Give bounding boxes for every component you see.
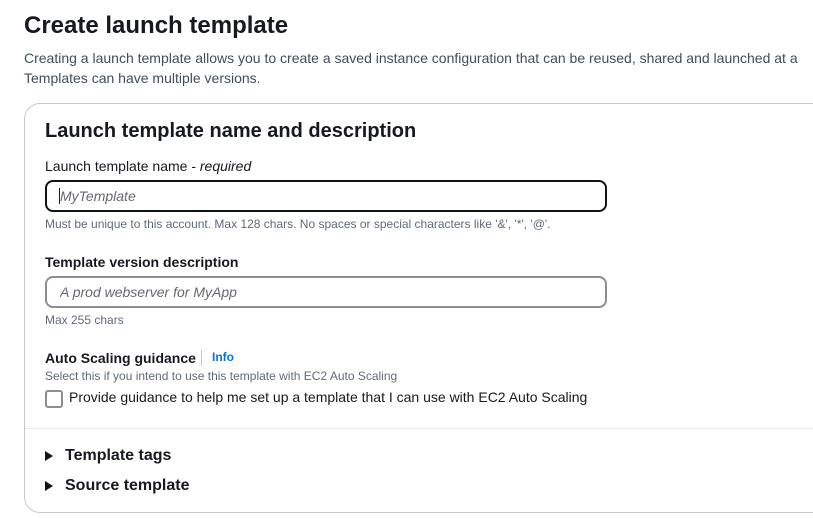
auto-scaling-label: Auto Scaling guidance <box>45 350 196 366</box>
panel-title: Launch template name and description <box>45 120 417 142</box>
page-description-line-1: Creating a launch template allows you to… <box>24 50 798 66</box>
template-name-hint: Must be unique to this account. Max 128 … <box>45 217 551 231</box>
auto-scaling-checkbox-label[interactable]: Provide guidance to help me set up a tem… <box>69 389 587 405</box>
required-marker: required <box>199 158 252 174</box>
page-title: Create launch template <box>24 12 289 39</box>
source-template-label: Source template <box>65 477 190 494</box>
caret-right-icon <box>45 481 53 491</box>
page-description-line-2: Templates can have multiple versions. <box>24 70 261 86</box>
template-description-input[interactable] <box>45 276 607 308</box>
info-link[interactable]: Info <box>212 350 234 364</box>
source-template-expander[interactable]: Source template <box>45 475 189 497</box>
template-tags-expander[interactable]: Template tags <box>45 445 171 467</box>
text-cursor <box>59 188 60 204</box>
template-description-label: Template version description <box>45 254 239 270</box>
section-divider <box>25 428 813 429</box>
auto-scaling-hint: Select this if you intend to use this te… <box>45 369 398 383</box>
template-description-hint: Max 255 chars <box>45 313 124 327</box>
template-name-label: Launch template name - required <box>45 158 251 174</box>
page-description: Creating a launch template allows you to… <box>24 48 813 88</box>
auto-scaling-checkbox[interactable] <box>45 390 63 408</box>
template-name-label-text: Launch template name - <box>45 158 200 174</box>
caret-right-icon <box>45 451 53 461</box>
info-divider <box>201 350 202 366</box>
template-tags-label: Template tags <box>65 447 172 464</box>
template-name-input[interactable] <box>45 180 607 212</box>
